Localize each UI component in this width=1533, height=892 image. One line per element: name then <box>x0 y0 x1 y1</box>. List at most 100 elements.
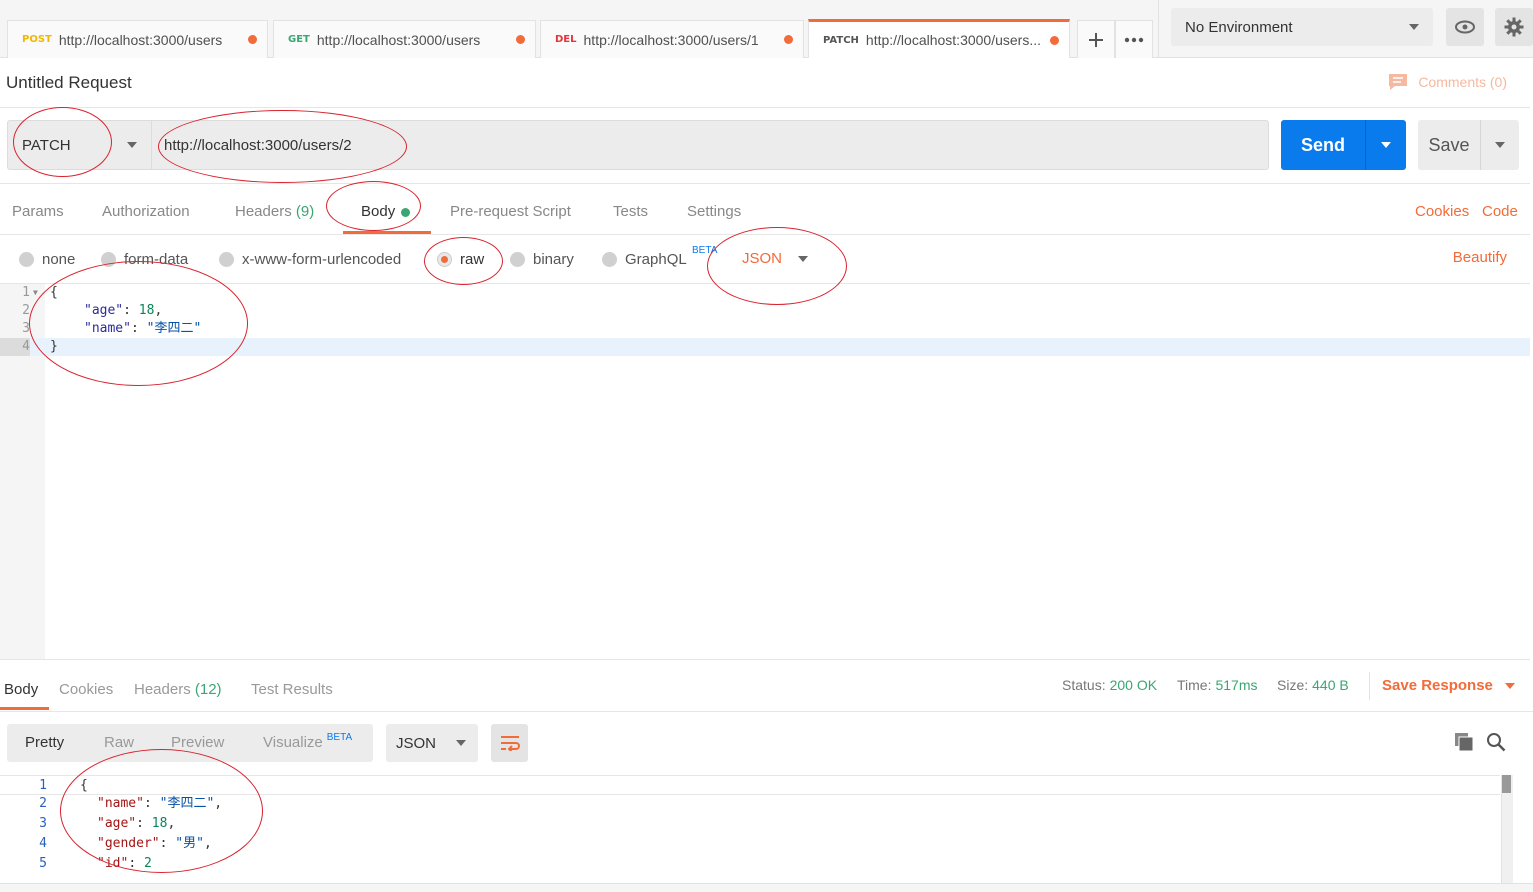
headers-count: (12) <box>194 681 222 698</box>
request-tab[interactable]: POST http://localhost:3000/users <box>7 20 268 58</box>
save-button[interactable]: Save <box>1418 120 1519 170</box>
response-format-select[interactable]: JSON <box>386 724 478 762</box>
code-line-active: 4 } <box>0 338 1530 356</box>
radio-button[interactable] <box>101 252 116 267</box>
environment-select[interactable]: No Environment <box>1171 8 1433 46</box>
save-options-button[interactable] <box>1481 120 1519 170</box>
code-text: "gender": "男", <box>97 836 212 851</box>
request-body-editor[interactable]: 1 ▼ { 2 "age": 18, 3 "name": "李四二" 4 } <box>0 283 1530 660</box>
chevron-down-icon <box>456 740 467 746</box>
search-response-button[interactable] <box>1485 731 1507 753</box>
wrap-lines-button[interactable] <box>491 724 528 762</box>
code-text: "age": 18, <box>97 816 176 831</box>
cookies-link[interactable]: Cookies <box>1415 203 1469 220</box>
response-tab-headers[interactable]: Headers (12) <box>134 681 222 698</box>
radio-raw[interactable]: raw <box>437 251 484 268</box>
chevron-down-icon <box>1409 24 1419 30</box>
line-number: 5 <box>39 856 47 871</box>
save-response-button[interactable]: Save Response <box>1382 677 1515 694</box>
tab-params[interactable]: Params <box>12 203 64 220</box>
radio-button[interactable] <box>219 252 234 267</box>
radio-label: binary <box>533 251 574 268</box>
request-title[interactable]: Untitled Request <box>6 73 132 93</box>
request-tab[interactable]: DEL http://localhost:3000/users/1 <box>540 20 804 58</box>
view-preview[interactable]: Preview <box>171 734 224 751</box>
copy-response-button[interactable] <box>1453 731 1475 753</box>
response-tab-body[interactable]: Body <box>4 681 38 698</box>
code-line: 5 "id": 2 <box>0 854 1500 874</box>
request-tab[interactable]: GET http://localhost:3000/users <box>273 20 536 58</box>
more-tabs-button[interactable] <box>1115 20 1153 58</box>
method-select[interactable]: PATCH <box>7 120 152 170</box>
line-number: 4 <box>0 338 30 356</box>
view-visualize[interactable]: Visualize BETA <box>263 732 352 751</box>
tab-method: POST <box>22 34 52 45</box>
environment-quick-look-button[interactable] <box>1446 8 1484 46</box>
response-tab-test-results[interactable]: Test Results <box>251 681 333 698</box>
radio-graphql[interactable]: GraphQL BETA <box>602 245 717 268</box>
size-value: 440 B <box>1312 677 1349 693</box>
gear-icon <box>1504 17 1524 37</box>
tab-settings[interactable]: Settings <box>687 203 741 220</box>
tab-pre-request-script[interactable]: Pre-request Script <box>450 203 571 220</box>
json-key: "age" <box>97 816 137 831</box>
radio-urlencoded[interactable]: x-www-form-urlencoded <box>219 251 401 268</box>
unsaved-dot <box>784 35 793 44</box>
search-icon <box>1487 733 1506 752</box>
response-view-toggle: Pretty Raw Preview Visualize BETA <box>7 724 373 762</box>
radio-button[interactable] <box>19 252 34 267</box>
line-number: 3 <box>39 816 47 831</box>
view-raw[interactable]: Raw <box>104 734 134 751</box>
radio-binary[interactable]: binary <box>510 251 574 268</box>
tab-bar: POST http://localhost:3000/users GET htt… <box>0 0 1533 58</box>
status-dot <box>401 207 411 217</box>
status-readout: Status: 200 OK <box>1062 677 1157 693</box>
divider <box>1369 672 1370 700</box>
line-number: 1 <box>22 285 30 300</box>
radio-button[interactable] <box>510 252 525 267</box>
request-tabs: Params Authorization Headers (9) Body Pr… <box>0 196 1533 234</box>
new-tab-button[interactable] <box>1077 20 1115 58</box>
scrollbar-thumb[interactable] <box>1502 775 1511 793</box>
tab-authorization[interactable]: Authorization <box>102 203 190 220</box>
tab-headers[interactable]: Headers (9) <box>235 203 314 220</box>
status-label: Status: <box>1062 677 1106 693</box>
radio-form-data[interactable]: form-data <box>101 251 188 268</box>
url-input[interactable] <box>152 120 1269 170</box>
tab-tests[interactable]: Tests <box>613 203 648 220</box>
code-text: } <box>50 339 58 354</box>
tab-method: DEL <box>555 34 577 45</box>
wrap-icon <box>500 736 520 751</box>
status-bar <box>0 883 1533 892</box>
fold-arrow-icon[interactable]: ▼ <box>33 284 38 302</box>
response-body-viewer[interactable]: 1 { 2 "name": "李四二", 3 "age": 18, 4 "gen… <box>0 775 1520 883</box>
more-icon <box>1124 37 1144 42</box>
code-text: { <box>50 285 58 300</box>
divider <box>0 234 1530 235</box>
body-format-select[interactable]: JSON <box>742 250 809 267</box>
send-button[interactable]: Send <box>1281 120 1406 170</box>
radio-button-selected[interactable] <box>437 252 452 267</box>
chevron-down-icon <box>798 255 809 262</box>
unsaved-dot <box>516 35 525 44</box>
view-pretty[interactable]: Pretty <box>25 734 64 751</box>
beautify-link[interactable]: Beautify <box>1453 249 1507 266</box>
line-number: 1 <box>39 778 47 793</box>
radio-button[interactable] <box>602 252 617 267</box>
comments-button[interactable]: Comments (0) <box>1388 73 1507 91</box>
time-label: Time: <box>1177 677 1212 693</box>
code-link[interactable]: Code <box>1482 203 1518 220</box>
request-tab-active[interactable]: PATCH http://localhost:3000/users... <box>808 19 1070 58</box>
line-number: 3 <box>22 321 30 336</box>
tab-url: http://localhost:3000/users <box>58 31 223 48</box>
headers-count: (9) <box>295 203 315 220</box>
response-tab-cookies[interactable]: Cookies <box>59 681 113 698</box>
view-visualize-label: Visualize <box>263 734 323 751</box>
tab-body[interactable]: Body <box>361 203 411 220</box>
send-options-button[interactable] <box>1366 120 1406 170</box>
settings-button[interactable] <box>1495 8 1533 46</box>
radio-none[interactable]: none <box>19 251 75 268</box>
code-line: 3 "age": 18, <box>0 814 1500 834</box>
unsaved-dot <box>1050 35 1059 45</box>
size-readout: Size: 440 B <box>1277 677 1349 693</box>
